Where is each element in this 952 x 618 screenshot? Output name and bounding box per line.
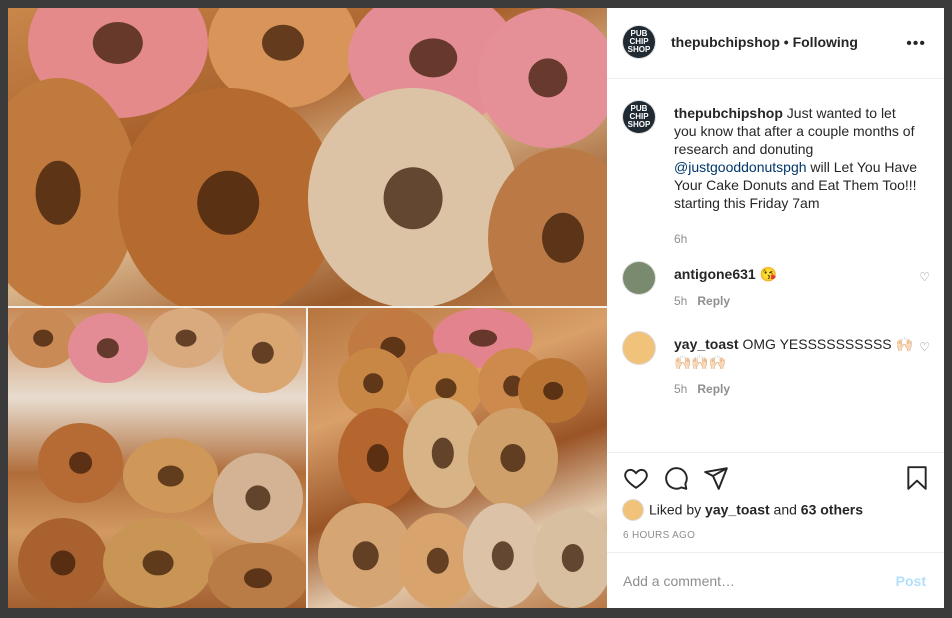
donut — [208, 543, 306, 608]
comment-username[interactable]: yay_toast — [674, 336, 739, 352]
likes-others-link[interactable]: 63 others — [801, 502, 863, 518]
caption-time: 6h — [674, 232, 688, 246]
photo-bottom-left-donuts — [8, 308, 306, 608]
likes-summary: Liked by yay_toast and 63 others — [623, 500, 863, 521]
donut — [8, 308, 78, 368]
post-timestamp[interactable]: 6 HOURS AGO — [623, 530, 695, 541]
heart-icon[interactable]: ♡ — [919, 270, 930, 284]
avatar[interactable] — [623, 262, 655, 294]
comments-list[interactable]: PUB CHIP SHOP thepubchipshop Just wanted… — [607, 79, 944, 451]
donut — [38, 423, 123, 503]
donut — [68, 313, 148, 383]
avatar[interactable] — [623, 332, 655, 364]
comment-content: 😘 — [759, 266, 778, 282]
donut — [103, 518, 213, 608]
mention-link[interactable]: @justgooddonutspgh — [674, 159, 807, 175]
reply-button[interactable]: Reply — [697, 294, 730, 308]
donut — [118, 88, 338, 306]
donut — [468, 408, 558, 508]
post-side-panel: PUB CHIP SHOP thepubchipshop • Following… — [607, 8, 944, 608]
likes-prefix: Liked by — [649, 501, 706, 518]
more-horizontal-icon[interactable]: ••• — [906, 35, 926, 53]
post-header: PUB CHIP SHOP thepubchipshop • Following… — [607, 8, 944, 79]
donut — [478, 8, 607, 148]
share-icon[interactable] — [703, 465, 729, 491]
post-photo[interactable] — [8, 8, 607, 608]
donut — [463, 503, 543, 608]
donut — [308, 88, 518, 306]
photo-bottom-right-donuts — [308, 308, 607, 608]
photo-top-donuts — [8, 8, 607, 306]
post-author: thepubchipshop • Following — [671, 34, 858, 50]
donut — [533, 508, 607, 608]
donut — [123, 438, 218, 513]
comment-time: 5h — [674, 294, 688, 308]
comment-meta: 5h Reply — [674, 294, 730, 308]
caption-username[interactable]: thepubchipshop — [674, 105, 783, 121]
reply-button[interactable]: Reply — [697, 382, 730, 396]
avatar[interactable]: PUB CHIP SHOP — [623, 101, 655, 133]
caption-text: thepubchipshop Just wanted to let you kn… — [674, 104, 922, 212]
comment-meta: 5h Reply — [674, 382, 730, 396]
donut — [148, 308, 223, 368]
comment-text: antigone631 😘 — [674, 265, 922, 283]
post-actions: Liked by yay_toast and 63 others 6 HOURS… — [607, 452, 944, 553]
comment-username[interactable]: antigone631 — [674, 266, 756, 282]
comment-input[interactable]: Add a comment… — [623, 573, 735, 589]
avatar[interactable]: PUB CHIP SHOP — [623, 26, 655, 58]
comment-time: 5h — [674, 382, 688, 396]
donut — [18, 518, 108, 608]
liker-username[interactable]: yay_toast — [705, 502, 770, 518]
bookmark-icon[interactable] — [904, 465, 930, 491]
liker-avatar[interactable] — [623, 500, 643, 520]
author-username[interactable]: thepubchipshop — [671, 34, 780, 50]
comment-icon[interactable] — [663, 465, 689, 491]
post-button[interactable]: Post — [896, 573, 926, 589]
add-comment-bar: Add a comment… Post — [607, 552, 944, 609]
likes-middle: and — [769, 501, 801, 518]
heart-icon[interactable] — [623, 465, 649, 491]
follow-status[interactable]: • Following — [784, 34, 858, 50]
comment-text: yay_toast OMG YESSSSSSSSSS 🙌🏻🙌🏻🙌🏻🙌🏻 — [674, 335, 922, 371]
donut — [223, 313, 303, 393]
heart-icon[interactable]: ♡ — [919, 340, 930, 354]
donut — [213, 453, 303, 543]
